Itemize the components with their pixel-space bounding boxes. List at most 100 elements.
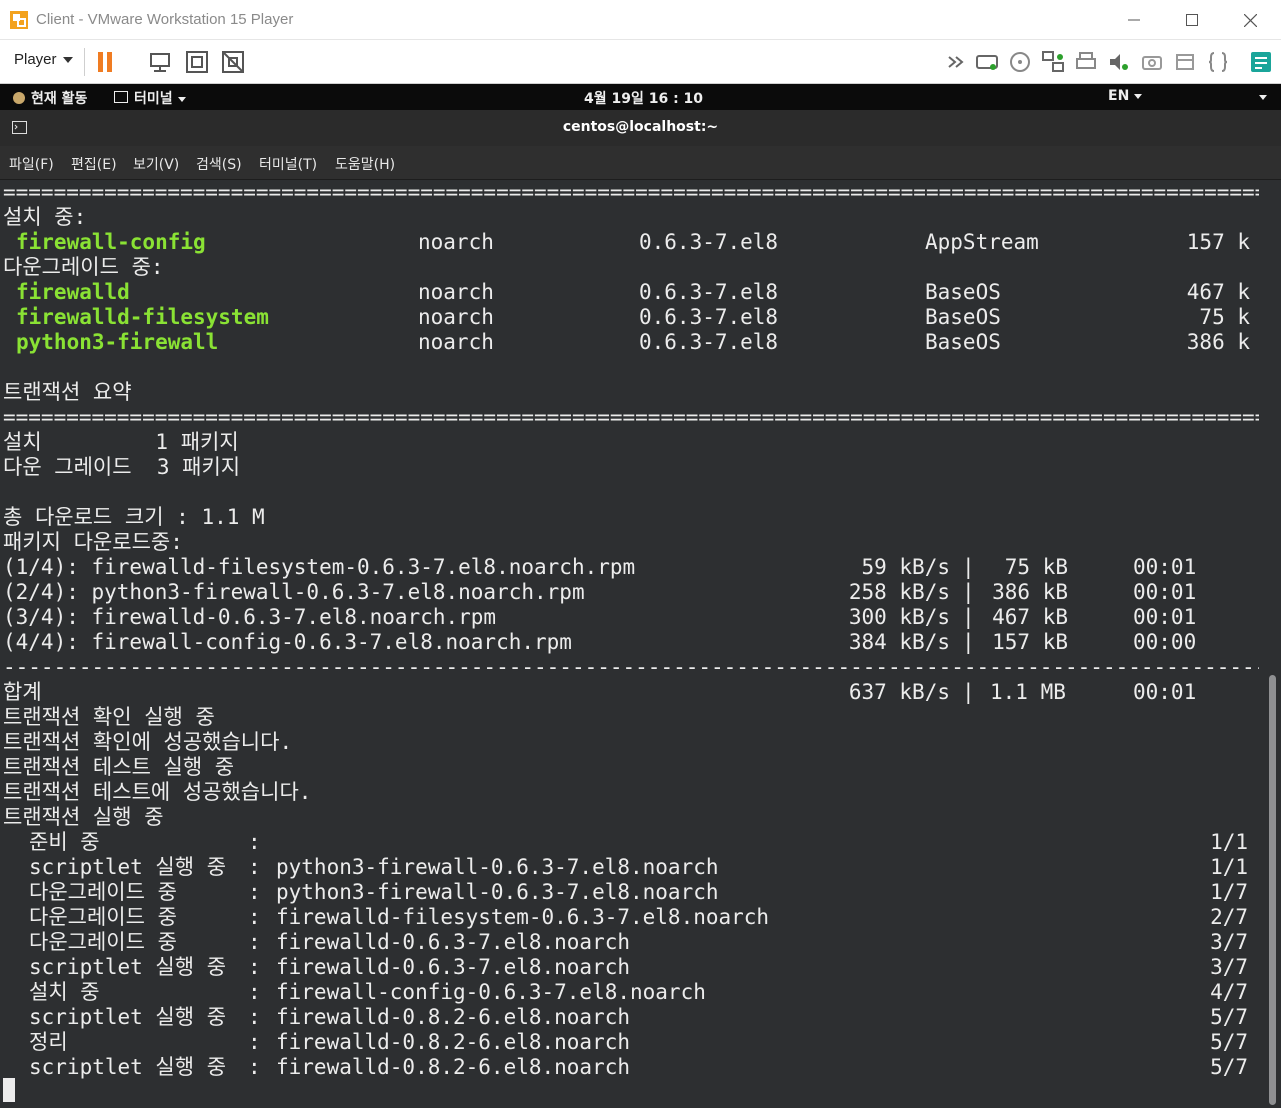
- player-menu-label: Player: [14, 51, 57, 68]
- step-package: firewalld-0.8.2-6.el8.noarch: [276, 1055, 631, 1079]
- chevron-down-icon[interactable]: [1259, 95, 1267, 100]
- minimize-icon: [1128, 19, 1140, 21]
- step-package: python3-firewall-0.6.3-7.el8.noarch: [276, 880, 719, 904]
- total-download-size: 총 다운로드 크기 : 1.1 M: [3, 505, 265, 529]
- step-count: 2/7: [1210, 905, 1248, 929]
- vmware-app-icon: [10, 11, 28, 29]
- camera-icon[interactable]: [1139, 49, 1165, 75]
- maximize-button[interactable]: [1163, 0, 1221, 40]
- step-package: firewalld-0.6.3-7.el8.noarch: [276, 955, 631, 979]
- step-count: 4/7: [1210, 980, 1248, 1004]
- vm-notes-icon[interactable]: [1248, 49, 1274, 75]
- menu-view[interactable]: 보기(V): [133, 154, 179, 174]
- pause-icon[interactable]: [94, 49, 120, 75]
- status-line: 트랜잭션 확인 실행 중: [3, 705, 215, 729]
- step-colon: :: [248, 1055, 261, 1079]
- step-colon: :: [248, 830, 261, 854]
- menu-help[interactable]: 도움말(H): [335, 154, 395, 174]
- close-icon: [1243, 13, 1257, 27]
- step-count: 5/7: [1210, 1030, 1248, 1054]
- menu-search[interactable]: 검색(S): [196, 154, 242, 174]
- player-menu[interactable]: Player: [14, 51, 73, 68]
- download-bar: |: [962, 580, 975, 604]
- app-menu[interactable]: 터미널: [114, 88, 186, 108]
- cd-dvd-icon[interactable]: [1007, 49, 1033, 75]
- chevron-down-icon: [1134, 93, 1143, 99]
- menu-file[interactable]: 파일(F): [9, 154, 54, 174]
- step-package: firewalld-0.8.2-6.el8.noarch: [276, 1030, 631, 1054]
- terminal-output[interactable]: ========================================…: [0, 180, 1281, 1108]
- step-count: 5/7: [1210, 1005, 1248, 1029]
- gnome-foot-icon: [13, 92, 25, 104]
- step-action: scriptlet 실행 중: [29, 855, 227, 879]
- package-size: 75 k: [1199, 305, 1250, 329]
- download-size: 157 kB: [992, 630, 1068, 654]
- chevron-down-icon: [177, 96, 186, 102]
- step-count: 1/1: [1210, 855, 1248, 879]
- download-bar: |: [962, 630, 975, 654]
- fullscreen-icon[interactable]: [184, 49, 210, 75]
- network-icon[interactable]: [1040, 49, 1066, 75]
- minimize-button[interactable]: [1105, 0, 1163, 40]
- close-button[interactable]: [1221, 0, 1279, 40]
- package-name: firewalld-filesystem: [16, 305, 269, 329]
- package-version: 0.6.3-7.el8: [639, 280, 779, 304]
- summary-downgrade: 다운 그레이드 3 패키지: [3, 455, 241, 479]
- package-size: 467 k: [1186, 280, 1250, 304]
- total-rate: 637 kB/s: [848, 680, 950, 704]
- download-time: 00:00: [1133, 630, 1197, 654]
- step-action: 준비 중: [29, 830, 100, 854]
- more-devices-icon[interactable]: [944, 49, 970, 75]
- printer-icon[interactable]: [1073, 49, 1099, 75]
- download-time: 00:01: [1133, 555, 1197, 579]
- download-file: (3/4): firewalld-0.6.3-7.el8.noarch.rpm: [3, 605, 497, 629]
- download-size: 386 kB: [992, 580, 1068, 604]
- download-file: (4/4): firewall-config-0.6.3-7.el8.noarc…: [3, 630, 572, 654]
- total-label: 합계: [3, 680, 42, 704]
- step-colon: :: [248, 905, 261, 929]
- package-repo: BaseOS: [925, 330, 1001, 354]
- download-file: (1/4): firewalld-filesystem-0.6.3-7.el8.…: [3, 555, 636, 579]
- scrollbar-thumb[interactable]: [1269, 675, 1276, 1105]
- window-title: Client - VMware Workstation 15 Player: [36, 11, 294, 28]
- send-ctrl-alt-del-icon[interactable]: [147, 49, 173, 75]
- package-repo: BaseOS: [925, 280, 1001, 304]
- step-colon: :: [248, 980, 261, 1004]
- step-colon: :: [248, 955, 261, 979]
- step-action: 다운그레이드 중: [29, 930, 177, 954]
- terminal-headerbar: centos@localhost:~: [0, 110, 1281, 244]
- hard-disk-icon[interactable]: [974, 49, 1000, 75]
- total-size: 1.1 MB: [990, 680, 1066, 704]
- summary-header: 트랜잭션 요약: [3, 380, 132, 404]
- usb-icon[interactable]: [1172, 49, 1198, 75]
- step-package: firewalld-0.6.3-7.el8.noarch: [276, 930, 631, 954]
- step-action: scriptlet 실행 중: [29, 1055, 227, 1079]
- step-colon: :: [248, 855, 261, 879]
- status-line: 트랜잭션 확인에 성공했습니다.: [3, 730, 293, 754]
- package-name: python3-firewall: [16, 330, 219, 354]
- menu-edit[interactable]: 편집(E): [71, 154, 117, 174]
- step-count: 1/7: [1210, 880, 1248, 904]
- gnome-top-bar: 현재 활동 터미널 4월 19일 16 : 10 EN: [0, 84, 1281, 188]
- unity-icon[interactable]: [220, 49, 246, 75]
- package-size: 386 k: [1186, 330, 1250, 354]
- download-bar: |: [962, 605, 975, 629]
- clock[interactable]: 4월 19일 16 : 10: [584, 88, 703, 108]
- package-version: 0.6.3-7.el8: [639, 305, 779, 329]
- separator-line: ========================================…: [3, 405, 1259, 429]
- package-arch: noarch: [418, 330, 494, 354]
- more-icon[interactable]: [1205, 49, 1231, 75]
- input-source-menu[interactable]: EN: [1108, 88, 1143, 104]
- app-menu-label: 터미널: [134, 91, 173, 107]
- step-count: 5/7: [1210, 1055, 1248, 1079]
- menu-terminal[interactable]: 터미널(T): [259, 154, 317, 174]
- total-time: 00:01: [1133, 680, 1197, 704]
- sound-icon[interactable]: [1106, 49, 1132, 75]
- separator-line: ----------------------------------------…: [3, 655, 1259, 679]
- download-size: 467 kB: [992, 605, 1068, 629]
- activities-button[interactable]: 현재 활동: [13, 88, 87, 108]
- package-version: 0.6.3-7.el8: [639, 330, 779, 354]
- terminal-title: centos@localhost:~: [562, 119, 719, 135]
- download-file: (2/4): python3-firewall-0.6.3-7.el8.noar…: [3, 580, 585, 604]
- download-time: 00:01: [1133, 580, 1197, 604]
